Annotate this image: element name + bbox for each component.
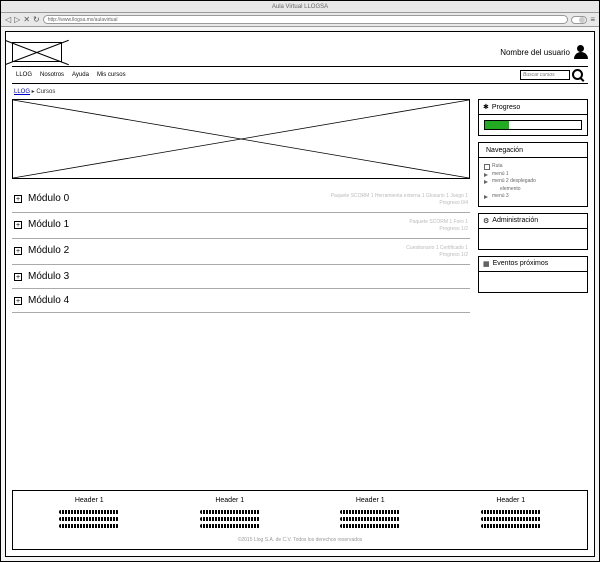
nav-link-miscursos[interactable]: Mis cursos <box>97 72 126 78</box>
banner-placeholder <box>12 99 470 179</box>
footer-header: Header 1 <box>160 497 301 504</box>
widget-progreso: ✱Progreso <box>478 99 588 136</box>
search-icon[interactable] <box>572 69 584 81</box>
browser-toolbar: ◁ ▷ ✕ ↻ http://www.llogsa.mx/aulavirtual… <box>1 13 599 27</box>
user-area[interactable]: Nombre del usuario <box>500 45 588 59</box>
reload-button[interactable]: ↻ <box>33 15 40 24</box>
expand-button[interactable]: + <box>14 273 22 281</box>
search-box <box>520 69 584 81</box>
widget-eventos: ▦Eventos próximos <box>478 256 588 293</box>
expand-button[interactable]: + <box>14 247 22 255</box>
footer-header: Header 1 <box>19 497 160 504</box>
user-icon <box>574 45 588 59</box>
widget-administracion: ⚙Administración <box>478 213 588 250</box>
nav-link-nosotros[interactable]: Nosotros <box>40 72 64 78</box>
back-button[interactable]: ◁ <box>5 15 11 24</box>
module-row: + Módulo 0 Paquete SCORM 1 Herramienta e… <box>12 187 470 213</box>
breadcrumb-home[interactable]: LLOG <box>14 89 30 95</box>
nav-tree-item[interactable]: menú 2 desplegado <box>484 178 582 186</box>
progress-bar <box>484 120 582 130</box>
footer: Header 1 Header 1 Header 1 Header 1 ©201… <box>12 490 588 550</box>
module-title: Módulo 4 <box>28 295 468 306</box>
stop-button[interactable]: ✕ <box>23 15 30 24</box>
copyright: ©2015 Llog S.A. de C.V. Todos los derech… <box>19 537 581 543</box>
search-input[interactable] <box>520 70 570 80</box>
logo-placeholder <box>12 42 62 62</box>
expand-button[interactable]: + <box>14 297 22 305</box>
user-name-label: Nombre del usuario <box>500 48 570 57</box>
url-bar[interactable]: http://www.llogsa.mx/aulavirtual <box>43 15 569 24</box>
nav-tree-item[interactable]: menú 3 <box>484 193 582 201</box>
module-title: Módulo 1 <box>28 219 403 230</box>
admin-icon: ⚙ <box>483 217 489 225</box>
module-row: + Módulo 4 <box>12 289 470 313</box>
nav-tree-item[interactable]: menú 1 <box>484 171 582 179</box>
breadcrumb-current: Cursos <box>36 89 55 95</box>
calendar-icon: ▦ <box>483 260 490 268</box>
toggle-switch[interactable] <box>571 16 587 24</box>
breadcrumb: LLOG ▸ Cursos <box>12 84 588 99</box>
gear-icon: ✱ <box>483 103 489 111</box>
widget-navegacion: �⴫Navegación Ruta menú 1 menú 2 desplega… <box>478 142 588 207</box>
module-row: + Módulo 3 <box>12 265 470 289</box>
module-row: + Módulo 2 Cuestionario 1 Certificado 1P… <box>12 239 470 265</box>
expand-button[interactable]: + <box>14 195 22 203</box>
top-navigation: LLOG Nosotros Ayuda Mis cursos <box>12 66 588 84</box>
module-title: Módulo 2 <box>28 245 400 256</box>
menu-icon[interactable]: ≡ <box>590 15 595 24</box>
footer-header: Header 1 <box>300 497 441 504</box>
nav-tree-item[interactable]: elemento <box>484 186 582 194</box>
window-titlebar: Aula Virtual LLOGSA <box>1 1 599 13</box>
module-title: Módulo 0 <box>28 193 325 204</box>
expand-button[interactable]: + <box>14 221 22 229</box>
module-title: Módulo 3 <box>28 271 468 282</box>
footer-header: Header 1 <box>441 497 582 504</box>
nav-link-llog[interactable]: LLOG <box>16 72 32 78</box>
nav-link-ayuda[interactable]: Ayuda <box>72 72 89 78</box>
forward-button[interactable]: ▷ <box>14 15 20 24</box>
nav-tree-item[interactable]: Ruta <box>484 163 582 171</box>
module-row: + Módulo 1 Paquete SCORM 1 Foro 1Progres… <box>12 213 470 239</box>
